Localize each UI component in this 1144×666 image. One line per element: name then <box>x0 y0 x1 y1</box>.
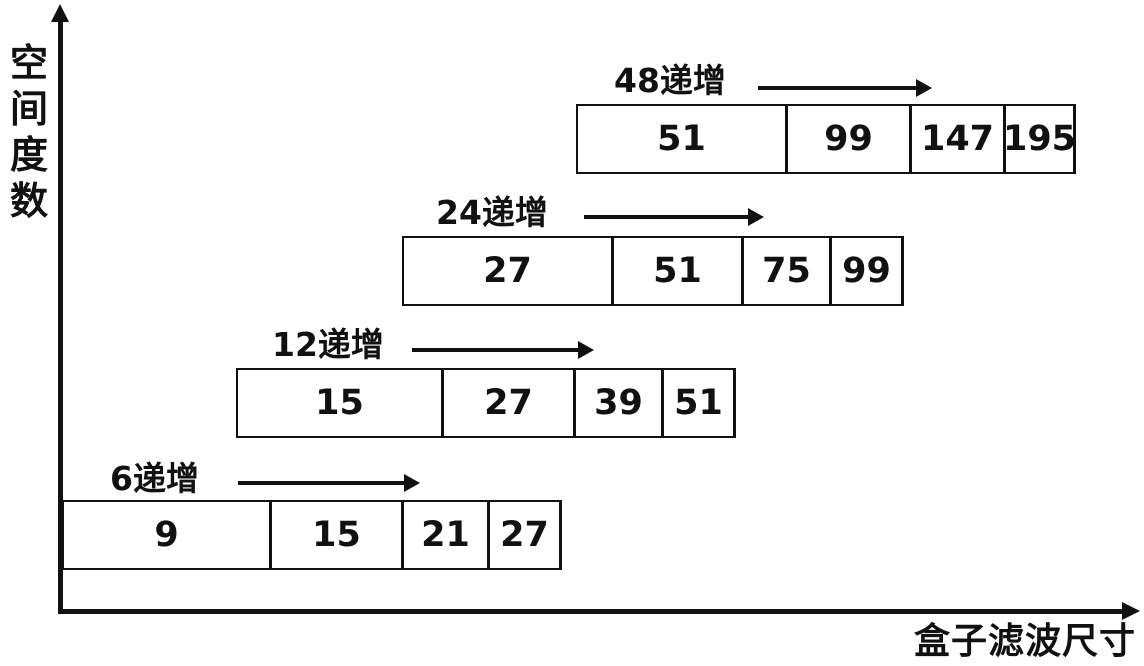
filter-size-cell: 9 <box>64 502 272 568</box>
filter-size-cell: 99 <box>832 238 904 304</box>
filter-size-cell: 39 <box>576 370 664 436</box>
filter-size-cell: 15 <box>238 370 444 436</box>
row-label: 48递增 <box>614 61 726 100</box>
increment-arrow <box>758 79 932 97</box>
row-label: 6递增 <box>110 459 199 498</box>
filter-size-cells: 51 99 147 195 <box>576 104 1076 174</box>
y-axis-label: 空间度数 <box>6 40 52 224</box>
filter-size-cell: 27 <box>444 370 576 436</box>
y-axis-arrowhead <box>51 4 69 22</box>
filter-size-cell: 51 <box>664 370 736 436</box>
filter-size-cell: 51 <box>614 238 744 304</box>
filter-size-cells: 15 27 39 51 <box>236 368 736 438</box>
filter-size-cell: 15 <box>272 502 404 568</box>
filter-size-cell: 99 <box>788 106 912 172</box>
row-label: 24递增 <box>436 193 548 232</box>
filter-size-cell: 27 <box>404 238 614 304</box>
filter-size-cell: 21 <box>404 502 490 568</box>
filter-size-cell: 75 <box>744 238 832 304</box>
filter-size-cell: 27 <box>490 502 562 568</box>
filter-size-cell: 195 <box>1003 106 1076 172</box>
increment-arrow <box>412 341 594 359</box>
x-axis-label: 盒子滤波尺寸 <box>913 620 1136 662</box>
octave-diagram: 空间度数 盒子滤波尺寸 6递增 9 15 21 27 12递增 15 27 39 51 24递增 27… <box>0 0 1144 666</box>
filter-size-cell: 51 <box>578 106 788 172</box>
y-axis-label-text: 空间度数 <box>10 40 49 223</box>
row-label: 12递增 <box>272 325 384 364</box>
filter-size-cell: 147 <box>912 106 1006 172</box>
filter-size-cells: 9 15 21 27 <box>62 500 562 570</box>
filter-size-cells: 27 51 75 99 <box>402 236 904 306</box>
increment-arrow <box>584 208 764 226</box>
increment-arrow <box>238 474 420 492</box>
